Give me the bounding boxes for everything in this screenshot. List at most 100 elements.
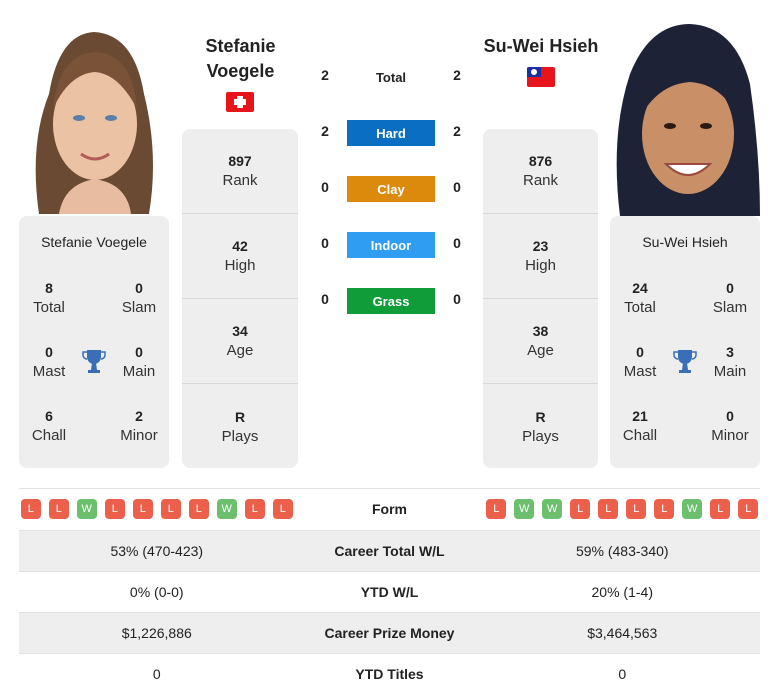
player1-career-wl: 53% (470-423) <box>110 543 204 559</box>
row-label: Career Prize Money <box>324 625 455 641</box>
player2-age: 38 Age <box>483 299 598 384</box>
title-label: Slam <box>712 299 748 316</box>
player2-titles-card: Su-Wei Hsieh 24 Total 0 Slam 0 Mast 3 Ma… <box>610 216 760 468</box>
player2-form: LWWLLLLWLL <box>486 499 759 519</box>
h2h-clay-p2: 0 <box>453 179 461 195</box>
form-badge-loss: L <box>626 499 647 519</box>
table-row: 0% (0-0) YTD W/L 20% (1-4) <box>19 571 760 612</box>
title-label: Main <box>713 363 747 380</box>
h2h-grass-p1: 0 <box>321 291 329 307</box>
stat-value: 38 <box>532 323 549 339</box>
title-value: 0 <box>726 408 734 424</box>
stat-label: Plays <box>522 427 559 445</box>
trophy-icon <box>673 348 697 379</box>
player2-ytd-wl: 20% (1-4) <box>591 584 653 600</box>
title-value: 21 <box>632 408 648 424</box>
title-label: Main <box>122 363 156 380</box>
player1-titles-chall: 6 Chall <box>19 406 79 446</box>
form-badge-loss: L <box>272 499 293 519</box>
table-row: 0 YTD Titles 0 <box>19 653 760 694</box>
form-badge-loss: L <box>486 499 507 519</box>
stat-label: High <box>224 257 256 274</box>
form-badge-loss: L <box>738 499 759 519</box>
form-badge-loss: L <box>654 499 675 519</box>
stat-value: 42 <box>232 238 248 254</box>
h2h-grass-p2: 0 <box>453 291 461 307</box>
h2h-total-p1: 2 <box>321 67 329 83</box>
player1-rank: 897 Rank <box>182 129 298 214</box>
stat-value: R <box>535 408 546 425</box>
row-label: YTD W/L <box>360 584 419 600</box>
form-badge-loss: L <box>188 499 209 519</box>
h2h-indoor-p2: 0 <box>453 235 461 251</box>
player2-titles-slam: 0 Slam <box>700 278 760 318</box>
stat-label: Plays <box>221 427 259 445</box>
title-value: 24 <box>632 280 648 296</box>
title-value: 0 <box>636 344 644 360</box>
form-badge-loss: L <box>710 499 731 519</box>
player1-name[interactable]: Stefanie Voegele <box>183 34 298 84</box>
taiwan-flag-icon <box>527 67 555 87</box>
title-value: 0 <box>135 344 143 360</box>
h2h-indoor-p1: 0 <box>321 235 329 251</box>
form-badge-win: W <box>682 499 703 519</box>
stat-value: 897 <box>228 153 252 169</box>
stat-value: 876 <box>528 153 553 169</box>
h2h-hard-p2: 2 <box>453 123 461 139</box>
player1-titles-mast: 0 Mast <box>19 342 79 382</box>
player2-titles-total: 24 Total <box>610 278 670 318</box>
form-badge-loss: L <box>104 499 125 519</box>
form-badge-win: W <box>514 499 535 519</box>
stat-label: Age <box>527 342 554 359</box>
form-badge-win: W <box>216 499 237 519</box>
title-label: Mast <box>623 363 657 380</box>
stat-label: Age <box>226 342 254 359</box>
surface-indoor-badge: Indoor <box>347 232 435 258</box>
player2-career-wl: 59% (483-340) <box>575 543 669 559</box>
player1-titles-minor: 2 Minor <box>109 406 169 446</box>
form-badge-loss: L <box>570 499 591 519</box>
player2-titles-mast: 0 Mast <box>610 342 670 382</box>
player2-plays: R Plays <box>483 384 598 469</box>
form-badge-loss: L <box>598 499 619 519</box>
player1-titles-card: Stefanie Voegele 8 Total 0 Slam 0 Mast 0… <box>19 216 169 468</box>
player2-high: 23 High <box>483 214 598 299</box>
form-badge-loss: L <box>48 499 69 519</box>
title-value: 3 <box>726 344 734 360</box>
title-label: Slam <box>121 299 157 316</box>
form-badge-loss: L <box>160 499 181 519</box>
form-badge-loss: L <box>132 499 153 519</box>
player1-titles-slam: 0 Slam <box>109 278 169 318</box>
player2-name[interactable]: Su-Wei Hsieh <box>470 34 612 59</box>
player2-prize-money: $3,464,563 <box>587 625 658 641</box>
stat-label: High <box>525 257 556 274</box>
table-row: $1,226,886 Career Prize Money $3,464,563 <box>19 612 760 653</box>
form-badge-loss: L <box>244 499 265 519</box>
stat-value: R <box>234 408 246 425</box>
stat-value: 34 <box>232 323 248 339</box>
form-row: LLWLLLLWLL Form LWWLLLLWLL <box>19 488 760 529</box>
h2h-total-label: Total <box>375 70 407 85</box>
player-photo-stefanie-voegele <box>19 14 169 216</box>
stat-value: 23 <box>532 238 549 254</box>
title-label: Total <box>33 299 65 316</box>
title-label: Minor <box>120 427 158 444</box>
title-value: 6 <box>45 408 53 424</box>
player1-ytd-wl: 0% (0-0) <box>129 584 184 600</box>
row-label: YTD Titles <box>355 666 424 682</box>
player1-age: 34 Age <box>182 299 298 384</box>
player1-ytd-titles: 0 <box>152 666 161 682</box>
title-label: Chall <box>622 427 658 444</box>
surface-clay-badge: Clay <box>347 176 435 202</box>
row-label: Career Total W/L <box>334 543 445 559</box>
form-badge-win: W <box>76 499 97 519</box>
player2-titles-main: 3 Main <box>700 342 760 382</box>
player2-titles-chall: 21 Chall <box>610 406 670 446</box>
title-label: Chall <box>31 427 67 444</box>
title-value: 0 <box>726 280 734 296</box>
title-label: Minor <box>711 427 749 444</box>
player2-stats: 876 Rank 23 High 38 Age R Plays <box>483 129 598 468</box>
player1-prize-money: $1,226,886 <box>121 625 192 641</box>
player2-ytd-titles: 0 <box>618 666 627 682</box>
form-label: Form <box>372 501 407 517</box>
